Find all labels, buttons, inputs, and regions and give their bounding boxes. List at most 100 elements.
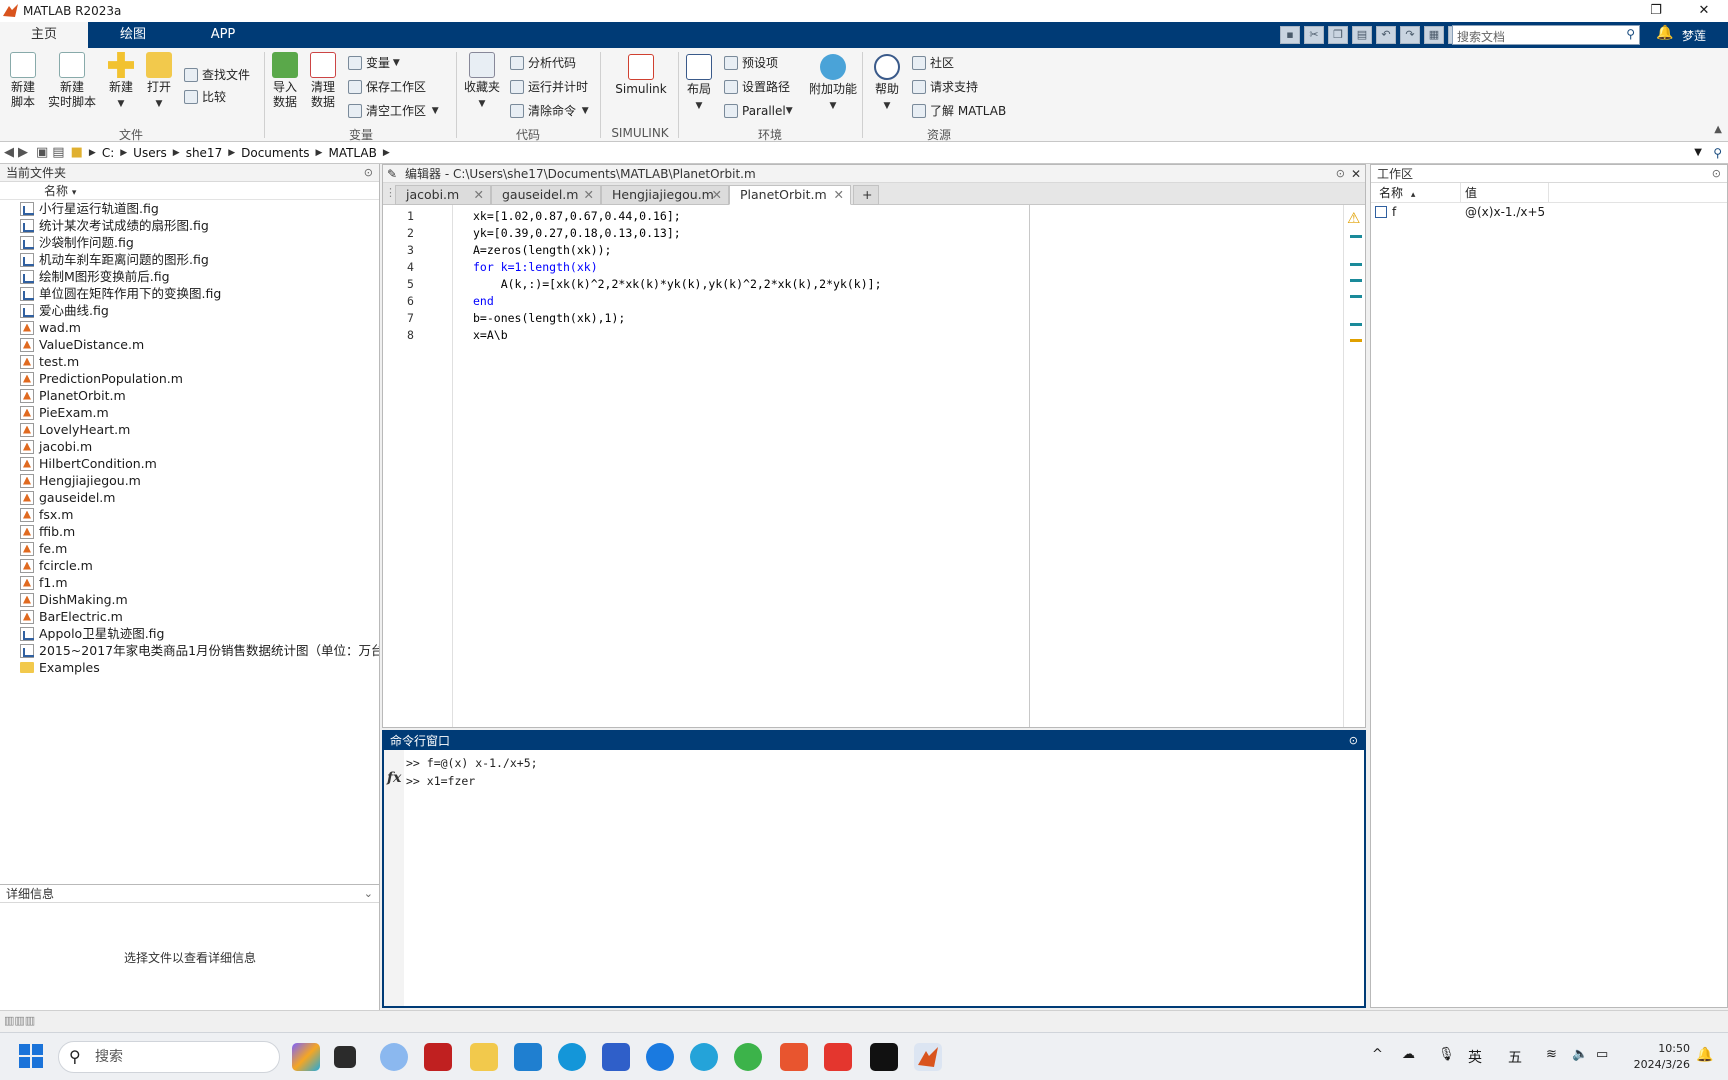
- close-tab-icon[interactable]: ✕: [712, 186, 722, 204]
- taskbar-search[interactable]: ⚲ 搜索: [58, 1041, 280, 1073]
- file-list-item[interactable]: fsx.m: [0, 506, 379, 523]
- code-line[interactable]: for k=1:length(xk): [473, 260, 598, 274]
- matlab-taskbar-icon[interactable]: [914, 1043, 942, 1071]
- import-data-button[interactable]: 导入 数据: [268, 52, 302, 110]
- chevron-up-icon[interactable]: ^: [1372, 1047, 1383, 1062]
- new-tab-button[interactable]: +: [853, 185, 879, 205]
- cloud-icon[interactable]: ☁: [1402, 1047, 1415, 1062]
- code-line[interactable]: b=-ones(length(xk),1);: [473, 311, 625, 325]
- file-list-item[interactable]: PlanetOrbit.m: [0, 387, 379, 404]
- code-line[interactable]: yk=[0.39,0.27,0.18,0.13,0.13];: [473, 226, 681, 240]
- input-language[interactable]: 英: [1468, 1047, 1482, 1067]
- app-icon[interactable]: [514, 1043, 542, 1071]
- learn-matlab-button[interactable]: 了解 MATLAB: [912, 102, 1006, 120]
- parallel-button[interactable]: Parallel ▼: [724, 102, 793, 120]
- undo-icon[interactable]: ↶: [1376, 26, 1396, 44]
- editor-tab-planetorbit[interactable]: PlanetOrbit.m ✕: [729, 185, 851, 205]
- community-button[interactable]: 社区: [912, 54, 954, 72]
- browser-icon[interactable]: [646, 1043, 674, 1071]
- paste-icon[interactable]: ▤: [1352, 26, 1372, 44]
- analyzer-marker[interactable]: [1350, 235, 1362, 238]
- analyze-code-button[interactable]: 分析代码: [510, 54, 576, 72]
- app-icon[interactable]: [870, 1043, 898, 1071]
- breadcrumb-she17[interactable]: she17: [186, 146, 223, 160]
- file-list-item[interactable]: HilbertCondition.m: [0, 455, 379, 472]
- file-list-item[interactable]: 统计某次考试成绩的扇形图.fig: [0, 217, 379, 234]
- variable-button[interactable]: 变量 ▼: [348, 54, 400, 72]
- task-view-icon[interactable]: [334, 1046, 356, 1068]
- volume-icon[interactable]: 🔈: [1572, 1047, 1588, 1062]
- analyzer-marker[interactable]: [1350, 263, 1362, 266]
- file-list-item[interactable]: 小行星运行轨道图.fig: [0, 200, 379, 217]
- breadcrumb-c[interactable]: C:: [102, 146, 114, 160]
- layout-button[interactable]: 布局 ▼: [682, 54, 716, 114]
- browse-folder-icon[interactable]: ▤: [52, 145, 64, 160]
- file-list-item[interactable]: 单位圆在矩阵作用下的变换图.fig: [0, 285, 379, 302]
- file-list-item[interactable]: PredictionPopulation.m: [0, 370, 379, 387]
- code-area[interactable]: 1 2 3 4 5 6 7 8 xk=[1.02,0.87,0.67,0.44,0.16]; y…: [383, 205, 1365, 727]
- clock[interactable]: 10:50 2024/3/26: [1628, 1041, 1690, 1073]
- back-icon[interactable]: ◀: [4, 145, 14, 160]
- code-line[interactable]: A(k,:)=[xk(k)^2,2*xk(k)*yk(k),yk(k)^2,2*…: [473, 277, 882, 291]
- close-button[interactable]: ✕: [1680, 0, 1728, 22]
- file-list-item[interactable]: Appolo卫星轨迹图.fig: [0, 625, 379, 642]
- addons-button[interactable]: 附加功能 ▼: [806, 54, 860, 114]
- editor-tab-hengjiajiegou[interactable]: Hengjiajiegou.m ✕: [601, 185, 729, 205]
- workspace-value-header[interactable]: 值: [1461, 183, 1549, 202]
- tab-apps[interactable]: APP: [188, 22, 258, 48]
- workspace-name-header[interactable]: 名称 ▴: [1371, 183, 1461, 202]
- file-list-item[interactable]: jacobi.m: [0, 438, 379, 455]
- file-list-item[interactable]: test.m: [0, 353, 379, 370]
- breadcrumb-users[interactable]: Users: [133, 146, 167, 160]
- analyzer-marker[interactable]: [1350, 339, 1362, 342]
- tab-home[interactable]: 主页: [0, 22, 88, 48]
- close-tab-icon[interactable]: ✕: [834, 186, 844, 204]
- panel-menu-icon[interactable]: ⊙: [364, 164, 373, 182]
- search-icon[interactable]: ⚲: [1626, 27, 1635, 41]
- battery-icon[interactable]: ▭: [1596, 1047, 1608, 1062]
- file-list-item[interactable]: 2015~2017年家电类商品1月份销售数据统计图（单位：万台...: [0, 642, 379, 659]
- wechat-icon[interactable]: [734, 1043, 762, 1071]
- code-line[interactable]: xk=[1.02,0.87,0.67,0.44,0.16];: [473, 209, 681, 223]
- analyzer-marker[interactable]: [1350, 323, 1362, 326]
- panel-menu-icon[interactable]: ⊙: [1349, 732, 1358, 750]
- file-list-item[interactable]: BarElectric.m: [0, 608, 379, 625]
- up-folder-icon[interactable]: ▣: [36, 145, 48, 160]
- file-list-item[interactable]: ValueDistance.m: [0, 336, 379, 353]
- wps-office-icon[interactable]: [824, 1043, 852, 1071]
- file-list-item[interactable]: ffib.m: [0, 523, 379, 540]
- chevron-down-icon[interactable]: ⌄: [364, 885, 373, 903]
- command-window[interactable]: 命令行窗口 ⊙ fx >> f=@(x) x-1./x+5; >> x1=fzer: [382, 730, 1366, 1008]
- clear-workspace-button[interactable]: 清空工作区 ▼: [348, 102, 439, 120]
- file-list-item[interactable]: DishMaking.m: [0, 591, 379, 608]
- input-method[interactable]: 五: [1508, 1047, 1522, 1067]
- chat-icon[interactable]: [690, 1043, 718, 1071]
- clear-commands-button[interactable]: 清除命令 ▼: [510, 102, 589, 120]
- file-list-item[interactable]: 沙袋制作问题.fig: [0, 234, 379, 251]
- favorites-button[interactable]: 收藏夹 ▼: [460, 52, 504, 112]
- new-script-button[interactable]: 新建 脚本: [4, 52, 42, 110]
- wifi-icon[interactable]: ≋: [1546, 1047, 1557, 1062]
- editor-tab-jacobi[interactable]: jacobi.m ✕: [395, 185, 491, 205]
- warning-icon[interactable]: ⚠: [1347, 209, 1360, 227]
- save-workspace-button[interactable]: 保存工作区: [348, 78, 426, 96]
- app-icon[interactable]: [424, 1043, 452, 1071]
- user-menu[interactable]: 梦莲: [1682, 27, 1706, 44]
- tab-plots[interactable]: 绘图: [98, 22, 168, 48]
- close-tab-icon[interactable]: ✕: [474, 186, 484, 204]
- address-dropdown-icon[interactable]: ▼: [1694, 147, 1702, 158]
- open-button[interactable]: 打开 ▼: [142, 52, 176, 112]
- file-list-item[interactable]: fe.m: [0, 540, 379, 557]
- file-list-item[interactable]: wad.m: [0, 319, 379, 336]
- file-list-item[interactable]: gauseidel.m: [0, 489, 379, 506]
- file-list-item[interactable]: LovelyHeart.m: [0, 421, 379, 438]
- windows-start-icon[interactable]: [18, 1043, 46, 1071]
- file-list-item[interactable]: 绘制M图形变换前后.fig: [0, 268, 379, 285]
- clean-data-button[interactable]: 清理 数据: [306, 52, 340, 110]
- restore-button[interactable]: ❐: [1632, 0, 1680, 22]
- redo-icon[interactable]: ↷: [1400, 26, 1420, 44]
- analyzer-marker[interactable]: [1350, 279, 1362, 282]
- microphone-icon[interactable]: 🎙: [1438, 1047, 1455, 1062]
- search-documentation-input[interactable]: 搜索文档 ⚲: [1452, 25, 1640, 45]
- panel-menu-icon[interactable]: ⊙: [1336, 165, 1345, 183]
